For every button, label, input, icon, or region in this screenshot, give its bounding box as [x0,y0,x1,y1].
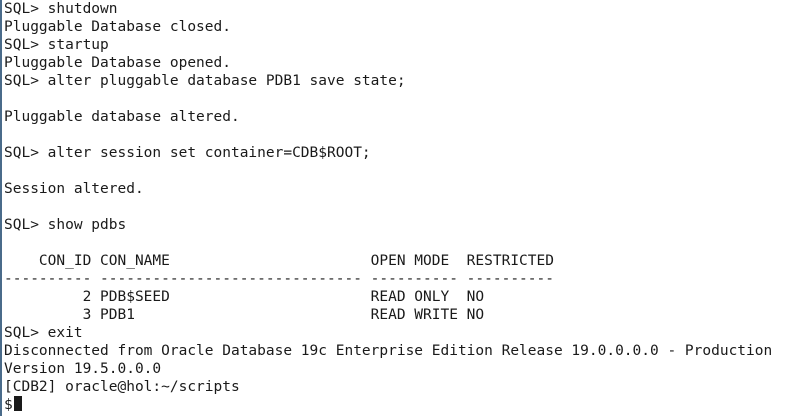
terminal-line: Pluggable Database opened. [4,55,231,71]
terminal-line: Version 19.5.0.0.0 [4,361,162,377]
terminal-line: SQL> show pdbs [4,217,127,233]
terminal-line: Pluggable Database closed. [4,19,231,35]
terminal-line: SQL> alter pluggable database PDB1 save … [4,73,406,89]
terminal-line: SQL> alter session set container=CDB$ROO… [4,145,371,161]
shell-prompt: $ [4,397,13,413]
table-row: 2 PDB$SEED READ ONLY NO [4,289,485,305]
terminal-line: SQL> shutdown [4,1,118,17]
table-row: 3 PDB1 READ WRITE NO [4,307,485,323]
terminal-line: Disconnected from Oracle Database 19c En… [4,343,773,359]
table-header-row: CON_ID CON_NAME OPEN MODE RESTRICTED [4,253,554,269]
shell-prompt-info: [CDB2] oracle@hol:~/scripts [4,379,240,395]
terminal-line: Pluggable database altered. [4,109,240,125]
terminal-window[interactable]: SQL> shutdown Pluggable Database closed.… [0,0,804,416]
text-cursor [13,396,22,411]
table-separator-row: ---------- -----------------------------… [4,271,554,287]
terminal-line: SQL> startup [4,37,109,53]
shell-prompt-line[interactable]: $ [4,396,22,414]
terminal-line: SQL> exit [4,325,83,341]
terminal-line: Session altered. [4,181,144,197]
